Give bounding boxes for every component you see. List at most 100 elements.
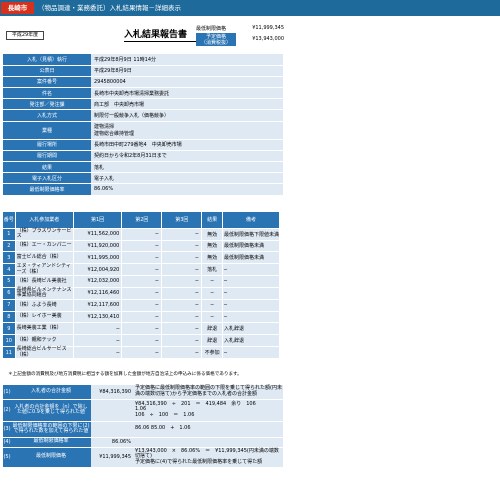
calc-label: 最低制限価格率の範囲の下限に(2)で得られた数を加えて得られた値 bbox=[11, 421, 91, 438]
bid-round2: ─ bbox=[121, 322, 163, 336]
info-key: 業種 bbox=[3, 121, 91, 140]
bid-round3: ─ bbox=[161, 346, 203, 360]
calc-detail: 予定価格に最低制限価格率の範囲の下限を乗じて得られた額(円未満の端数切捨て)から… bbox=[133, 385, 283, 400]
calculation-table: (1) 入札者の合計金額 ¥84,316,390 予定価格に最低制限価格率の範囲の下限… bbox=[3, 385, 283, 468]
top-bar: 長崎市 （物品調達・業務委託）入札結果情報－詳細表示 bbox=[0, 0, 500, 16]
info-value-line: 建物総合維持管理 bbox=[94, 131, 135, 138]
calc-detail: ¥84,316,390 ÷ 201 ＝ 419,484 余り 106 1.06 10… bbox=[133, 399, 283, 422]
city-logo[interactable]: 長崎市 bbox=[1, 2, 34, 14]
bidder-name: 長崎美装工業（株） bbox=[15, 322, 74, 336]
bid-round3: ─ bbox=[161, 263, 203, 277]
bid-round1: ¥12,116,460 bbox=[73, 287, 123, 300]
info-row: 履行場所 長崎市田中町279番地4 中央卸売市場 bbox=[3, 139, 283, 151]
calc-detail-line: 予定価格に(4)で得られた最低制限価格率を乗じて得た額 bbox=[135, 458, 263, 465]
calc-row: (4) 最低制限価格率 86.06% bbox=[3, 437, 283, 448]
bid-round3: ─ bbox=[161, 228, 203, 241]
bid-result: 辞退 bbox=[201, 334, 223, 348]
bidder-name: （株）長崎ビル美装社 bbox=[15, 275, 74, 288]
bid-round2: ─ bbox=[121, 275, 163, 288]
bid-remarks: ─ bbox=[222, 346, 281, 360]
fiscal-year-badge: 平成29年度 bbox=[6, 31, 44, 40]
bid-remarks: ─ bbox=[222, 311, 281, 324]
bid-column-header: 備考 bbox=[222, 212, 281, 229]
bid-result: 落札 bbox=[201, 263, 223, 277]
bid-row: 8 （株）レイホー美装 ¥12,130,410 ─ ─ ─ ─ bbox=[3, 311, 281, 324]
bid-row: 5 （株）長崎ビル美装社 ¥12,032,000 ─ ─ ─ ─ bbox=[3, 275, 281, 288]
bid-row: 1 （株）プラスワンサービス ¥11,562,000 ─ ─ 無効 最低制限価格下限値未満 bbox=[3, 227, 281, 241]
bid-round2: ─ bbox=[121, 287, 163, 300]
calc-number: (2) bbox=[3, 399, 11, 422]
bidders-table-header: 番号 入札参加業者 第1回 第2回 第3回 結果 備考 bbox=[3, 212, 281, 229]
info-value-line: 長崎市田中町279番地4 中央卸売市場 bbox=[94, 142, 182, 149]
calc-value: ¥84,316,390 bbox=[93, 385, 133, 400]
calc-detail: ¥13,943,000 × 86.06% ＝ ¥11,999,345(円未満の端… bbox=[133, 447, 283, 468]
estimated-price-value: ¥13,943,000 bbox=[252, 36, 284, 42]
bid-round3: ─ bbox=[161, 275, 203, 288]
bidder-name: （株）レイホー美装 bbox=[15, 311, 74, 324]
bid-result: 無効 bbox=[201, 240, 223, 253]
info-value: 建物清掃 建物総合維持管理 bbox=[91, 121, 283, 140]
bid-round1: ¥12,117,600 bbox=[73, 299, 123, 312]
info-row: 件名 長崎市中央卸売市場清掃業務委託 bbox=[3, 87, 283, 100]
tax-note: ＊上記金額の消費税及び地方消費税に相当する額を加算した金額が地方自治法上の申込み… bbox=[8, 372, 242, 377]
bid-round1: ¥12,032,000 bbox=[73, 275, 123, 288]
bid-round3: ─ bbox=[161, 334, 203, 348]
calc-row: (3) 最低制限価格率の範囲の下限に(2)で得られた数を加えて得られた値 86.06… bbox=[3, 421, 283, 438]
info-value: 落札 bbox=[91, 161, 283, 174]
info-row: 発注部／発注課 商工部 中央卸売市場 bbox=[3, 98, 283, 111]
bid-row: 4 エヌ・ティアンドシティーズ（株） ¥12,004,920 ─ ─ 落札 ─ bbox=[3, 263, 281, 277]
bid-number: 6 bbox=[3, 287, 16, 300]
info-value: 86.06% bbox=[91, 183, 283, 196]
bid-row: 9 長崎美装工業（株） ─ ─ ─ 辞退 入札辞退 bbox=[3, 322, 281, 336]
info-key: 案件番号 bbox=[3, 76, 91, 89]
info-value: 平成29年8月9日 bbox=[91, 65, 283, 77]
bid-round2: ─ bbox=[121, 334, 163, 348]
min-limit-row: 最低制限価格 ¥11,999,345 bbox=[196, 25, 286, 32]
info-value-line: 制限付一般競争入札（価格競争） bbox=[94, 113, 170, 120]
calc-label: 最低制限価格率 bbox=[11, 437, 91, 448]
info-value-line: 落札 bbox=[94, 164, 105, 171]
bidder-name: （株）プラスワンサービス bbox=[15, 227, 74, 241]
bid-row: 11 長崎総合ビルサービス（株） ─ ─ ─ 不参加 ─ bbox=[3, 346, 281, 360]
bid-number: 1 bbox=[3, 228, 16, 241]
calc-detail: 86.06 85.00 + 1.06 bbox=[133, 421, 283, 438]
tender-info-table: 入札（見積）執行 平成29年8月9日 11時14分 公表日 平成29年8月9日 案件番号… bbox=[3, 54, 283, 196]
bid-result: 辞退 bbox=[201, 322, 223, 336]
bid-number: 8 bbox=[3, 311, 16, 324]
bidder-name: （株）ふよう長崎 bbox=[15, 299, 74, 312]
bid-column-header: 第3回 bbox=[161, 212, 203, 229]
bid-result: ─ bbox=[201, 287, 223, 300]
bid-round2: ─ bbox=[121, 228, 163, 241]
calc-value bbox=[93, 399, 133, 422]
bid-round3: ─ bbox=[161, 322, 203, 336]
bidder-name: 長崎県ビルメンテナンス事業協同組合 bbox=[15, 286, 74, 300]
calc-number: (5) bbox=[3, 447, 11, 468]
bid-column-header: 第2回 bbox=[121, 212, 163, 229]
calc-number: (4) bbox=[3, 437, 11, 448]
bid-number: 3 bbox=[3, 251, 16, 265]
info-value-line: 建物清掃 bbox=[94, 124, 115, 131]
bid-column-header: 入札参加業者 bbox=[15, 212, 74, 229]
bid-row: 10 （株）親和テック ─ ─ ─ 辞退 入札辞退 bbox=[3, 334, 281, 348]
bid-result: 無効 bbox=[201, 228, 223, 241]
calc-label: 入札者の合計金額 bbox=[11, 385, 91, 400]
estimated-price-label-line2: （消費税抜） bbox=[200, 39, 231, 46]
info-value: 長崎市田中町279番地4 中央卸売市場 bbox=[91, 139, 283, 151]
info-value-line: 86.06% bbox=[94, 186, 114, 193]
info-key: 発注部／発注課 bbox=[3, 98, 91, 111]
report-title: 入札結果報告書 bbox=[124, 30, 204, 42]
calc-detail-line: 86.06 85.00 + 1.06 bbox=[135, 425, 191, 432]
info-value-line: 2945800004 bbox=[94, 78, 126, 85]
bid-result: ─ bbox=[201, 299, 223, 312]
info-value-line: 電子入札 bbox=[94, 175, 115, 182]
bid-remarks: 最低制限価格未満 bbox=[222, 240, 281, 253]
info-key: 結果 bbox=[3, 161, 91, 174]
info-key: 電子入札区分 bbox=[3, 172, 91, 185]
page-header-title: （物品調達・業務委託）入札結果情報－詳細表示 bbox=[38, 4, 181, 12]
bid-round2: ─ bbox=[121, 311, 163, 324]
calc-row: (5) 最低制限価格 ¥11,999,345 ¥13,943,000 × 86.06%… bbox=[3, 447, 283, 468]
calc-number: (1) bbox=[3, 385, 11, 400]
info-row: 公表日 平成29年8月9日 bbox=[3, 65, 283, 77]
info-key: 最低制限価格率 bbox=[3, 183, 91, 196]
bid-round3: ─ bbox=[161, 299, 203, 312]
